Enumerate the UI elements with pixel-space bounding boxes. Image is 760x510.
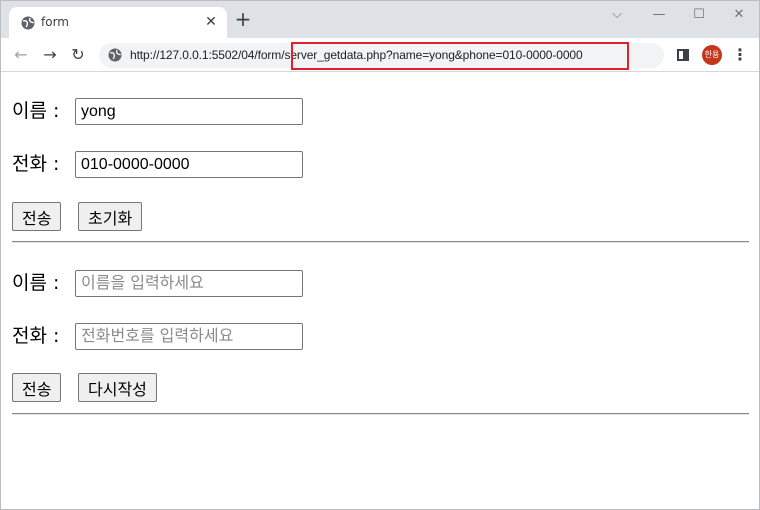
side-panel-icon[interactable]: [677, 49, 689, 61]
minimize-icon[interactable]: —: [649, 5, 669, 25]
close-icon[interactable]: ✕: [202, 13, 220, 31]
maximize-icon[interactable]: ☐: [689, 5, 709, 25]
form1-phone-row: 전화 :: [12, 150, 312, 178]
page-content: 이름 : 전화 : 전송 초기화 이름 : 전화 : 전송 다시작성: [1, 73, 759, 509]
window-close-icon[interactable]: ✕: [729, 5, 749, 25]
reload-icon[interactable]: ↻: [67, 44, 89, 66]
form1-name-row: 이름 :: [12, 97, 312, 125]
info-icon[interactable]: [108, 48, 122, 62]
forward-icon[interactable]: →: [39, 44, 61, 66]
form2-name-label: 이름 :: [12, 272, 60, 294]
form2-submit-button[interactable]: 전송: [12, 373, 62, 402]
url-highlight-box: [291, 42, 629, 70]
avatar[interactable]: 한용: [702, 45, 722, 65]
form2-phone-input[interactable]: [75, 323, 303, 350]
tab-strip: form ✕ + ⌵ — ☐ ✕: [1, 1, 759, 38]
form1-name-label: 이름 :: [12, 100, 60, 122]
form1-name-input[interactable]: [75, 98, 303, 125]
form2-reset-button[interactable]: 다시작성: [78, 373, 157, 402]
form1-phone-input[interactable]: [75, 151, 303, 178]
form2-phone-row: 전화 :: [12, 322, 312, 350]
form1-buttons: 전송 초기화: [12, 202, 212, 231]
tab-form[interactable]: form ✕: [9, 7, 227, 38]
url-prefix: http://127.0.0.1:5502/04/form: [130, 48, 282, 62]
form1-submit-button[interactable]: 전송: [12, 202, 62, 231]
form2-name-row: 이름 :: [12, 269, 312, 297]
divider: [12, 413, 749, 415]
form1-reset-button[interactable]: 초기화: [78, 202, 143, 231]
menu-icon[interactable]: ⋮: [732, 45, 748, 65]
tab-title: form: [41, 15, 69, 29]
browser-window: form ✕ + ⌵ — ☐ ✕ ← → ↻ http://127.0.0.1:…: [0, 0, 760, 510]
globe-icon: [21, 16, 35, 30]
back-icon[interactable]: ←: [10, 44, 32, 66]
chevron-down-icon[interactable]: ⌵: [607, 5, 627, 25]
form2-buttons: 전송 다시작성: [12, 373, 212, 402]
divider: [12, 241, 749, 243]
form1-phone-label: 전화 :: [12, 153, 60, 175]
form2-name-input[interactable]: [75, 270, 303, 297]
form2-phone-label: 전화 :: [12, 325, 60, 347]
plus-icon[interactable]: +: [233, 9, 253, 30]
